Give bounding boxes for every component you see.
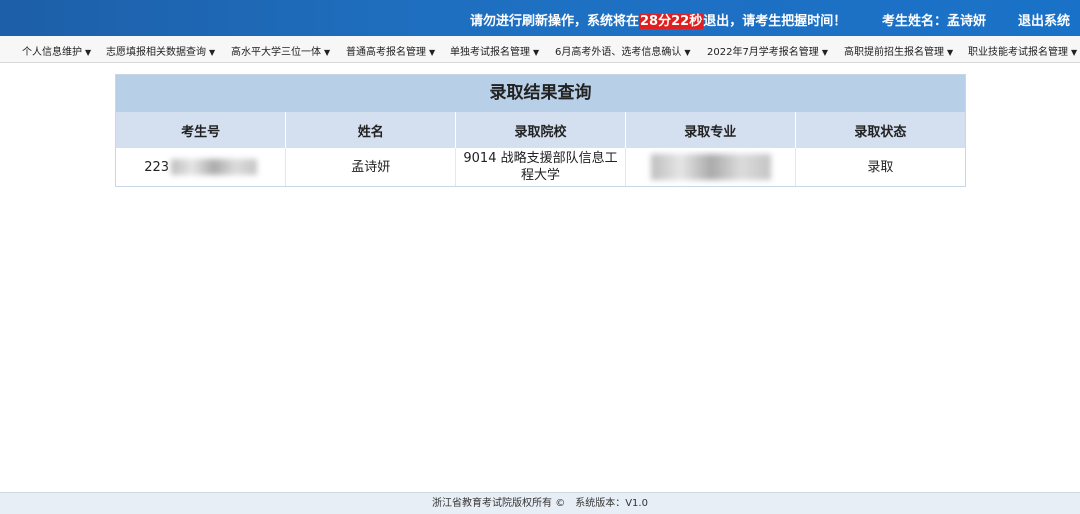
- cell-major: [625, 148, 796, 186]
- nav-application-data[interactable]: 志愿填报相关数据查询 ▼: [106, 43, 215, 58]
- nav-label: 高职提前招生报名管理: [844, 47, 944, 58]
- caret-down-icon: ▼: [1071, 48, 1078, 57]
- countdown-timer: 28分22秒: [639, 14, 704, 29]
- exam-no-visible: 223: [144, 159, 170, 175]
- notice-suffix: 退出，请考生把握时间！: [703, 14, 847, 29]
- logout-button[interactable]: 退出系统: [1018, 10, 1070, 29]
- cell-status: 录取: [867, 159, 894, 175]
- caret-down-icon: ▼: [821, 48, 828, 57]
- column-header-status: 录取状态: [795, 112, 965, 148]
- copyright-text: 浙江省教育考试院版权所有 ©: [432, 498, 566, 509]
- cell-name: 孟诗妍: [285, 148, 457, 186]
- column-header-exam-no: 考生号: [116, 112, 287, 148]
- nav-personal-info[interactable]: 个人信息维护 ▼: [22, 43, 91, 58]
- nav-label: 职业技能考试报名管理: [968, 47, 1068, 58]
- caret-down-icon: ▼: [947, 48, 954, 57]
- nav-label: 个人信息维护: [22, 47, 82, 58]
- caret-down-icon: ▼: [684, 48, 691, 57]
- version-text: 系统版本：V1.0: [575, 498, 648, 509]
- nav-three-in-one[interactable]: 高水平大学三位一体 ▼: [231, 43, 330, 58]
- notice-prefix: 请勿进行刷新操作，系统将在: [470, 14, 640, 29]
- refresh-warning: 请勿进行刷新操作，系统将在28分22秒退出，请考生把握时间！: [470, 10, 846, 29]
- redacted-blur: [651, 154, 772, 180]
- cell-school: 9014 战略支援部队信息工程大学: [455, 148, 626, 186]
- nav-independent-exam[interactable]: 单独考试报名管理 ▼: [450, 43, 539, 58]
- admission-result-panel: 录取结果查询 考生号 姓名 录取院校 录取专业 录取状态 223 孟诗妍 901…: [115, 74, 966, 187]
- caret-down-icon: ▼: [429, 48, 436, 57]
- column-header-school: 录取院校: [455, 112, 626, 148]
- nav-label: 6月高考外语、选考信息确认: [555, 47, 682, 58]
- main-content: 录取结果查询 考生号 姓名 录取院校 录取专业 录取状态 223 孟诗妍 901…: [0, 64, 1080, 492]
- nav-june-confirmation[interactable]: 6月高考外语、选考信息确认 ▼: [555, 43, 691, 58]
- redacted-blur: [171, 159, 258, 175]
- nav-label: 普通高考报名管理: [346, 47, 426, 58]
- table-header-row: 考生号 姓名 录取院校 录取专业 录取状态: [116, 112, 965, 148]
- main-nav: 个人信息维护 ▼ 志愿填报相关数据查询 ▼ 高水平大学三位一体 ▼ 普通高考报名管理 ▼…: [0, 36, 1080, 63]
- caret-down-icon: ▼: [533, 48, 540, 57]
- caret-down-icon: ▼: [85, 48, 92, 57]
- cell-exam-no: 223: [116, 148, 287, 186]
- column-header-major: 录取专业: [625, 112, 796, 148]
- nav-gaokao-registration[interactable]: 普通高考报名管理 ▼: [346, 43, 435, 58]
- table-row: 223 孟诗妍 9014 战略支援部队信息工程大学 录取: [116, 148, 965, 186]
- caret-down-icon: ▼: [324, 48, 331, 57]
- nav-label: 高水平大学三位一体: [231, 47, 321, 58]
- footer: 浙江省教育考试院版权所有 © 系统版本：V1.0: [0, 492, 1080, 514]
- panel-title: 录取结果查询: [116, 75, 965, 112]
- caret-down-icon: ▼: [209, 48, 216, 57]
- admission-result-table: 考生号 姓名 录取院校 录取专业 录取状态 223 孟诗妍 9014 战略支援部…: [116, 112, 965, 186]
- nav-early-enrollment[interactable]: 高职提前招生报名管理 ▼: [844, 43, 953, 58]
- top-banner: 请勿进行刷新操作，系统将在28分22秒退出，请考生把握时间！ 考生姓名：孟诗妍 …: [0, 0, 1080, 36]
- nav-july-academic-exam[interactable]: 2022年7月学考报名管理 ▼: [707, 43, 828, 58]
- nav-label: 2022年7月学考报名管理: [707, 47, 819, 58]
- nav-label: 志愿填报相关数据查询: [106, 47, 206, 58]
- student-name-label: 考生姓名：孟诗妍: [882, 14, 987, 29]
- nav-label: 单独考试报名管理: [450, 47, 530, 58]
- column-header-name: 姓名: [285, 112, 457, 148]
- nav-vocational-exam[interactable]: 职业技能考试报名管理 ▼: [968, 43, 1077, 58]
